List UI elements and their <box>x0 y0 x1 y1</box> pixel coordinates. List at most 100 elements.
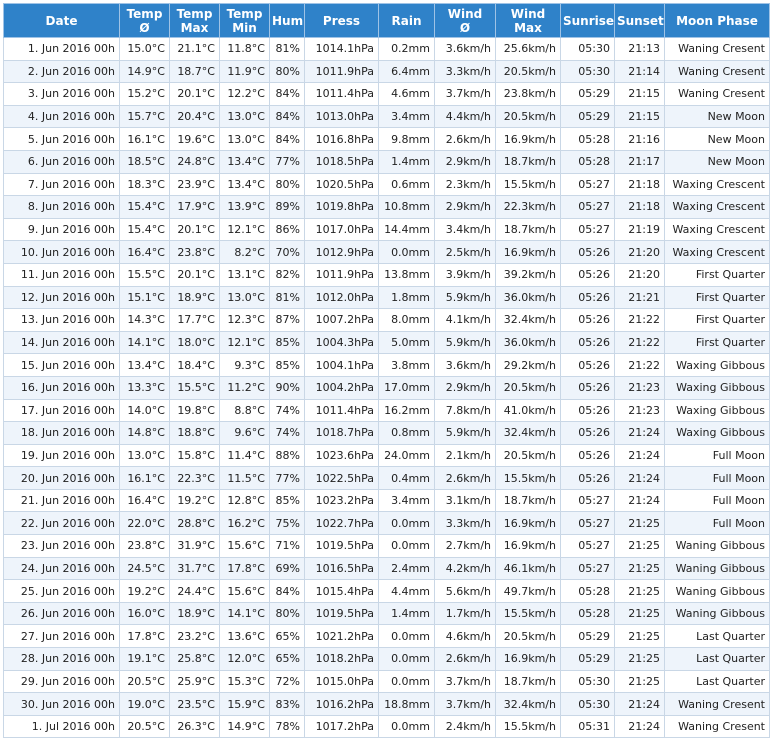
column-header-label: Temp <box>226 6 263 21</box>
cell-moon-phase: Waxing Crescent <box>664 217 770 242</box>
cell-wind-avg: 3.7km/h <box>434 669 496 694</box>
cell-temp-max: 18.4°C <box>169 353 220 377</box>
cell-temp-avg: 15.4°C <box>119 195 170 219</box>
cell-sunrise: 05:28 <box>560 149 615 174</box>
cell-moon-phase: New Moon <box>664 149 770 174</box>
cell-date: 13. Jun 2016 00h <box>3 308 120 332</box>
table-row: 25. Jun 2016 00h 19.2°C 24.4°C 15.6°C 84% 101… <box>3 579 770 603</box>
cell-humidity: 65% <box>269 647 305 671</box>
cell-sunrise: 05:26 <box>560 466 615 490</box>
cell-temp-avg: 14.3°C <box>119 308 170 332</box>
column-header-sunset[interactable]: Sunset <box>614 3 665 38</box>
column-header-humidity[interactable]: Hum <box>269 3 305 38</box>
cell-wind-avg: 2.3km/h <box>434 172 496 197</box>
cell-wind-max: 23.8km/h <box>495 82 561 106</box>
cell-temp-max: 15.8°C <box>169 443 220 468</box>
column-header-date[interactable]: Date <box>3 3 120 38</box>
cell-pressure: 1007.2hPa <box>304 308 379 332</box>
cell-temp-min: 9.3°C <box>219 353 270 377</box>
cell-temp-min: 17.8°C <box>219 556 270 581</box>
cell-sunset: 21:20 <box>614 262 665 287</box>
cell-wind-max: 32.4km/h <box>495 308 561 332</box>
cell-wind-max: 15.5km/h <box>495 601 561 626</box>
cell-sunset: 21:24 <box>614 443 665 468</box>
table-row: 26. Jun 2016 00h 16.0°C 18.9°C 14.1°C 80% 101… <box>3 601 770 626</box>
cell-temp-min: 12.3°C <box>219 308 270 332</box>
cell-pressure: 1016.5hPa <box>304 556 379 581</box>
cell-rain: 0.0mm <box>378 240 435 264</box>
cell-sunset: 21:18 <box>614 172 665 197</box>
cell-rain: 2.4mm <box>378 556 435 581</box>
cell-date: 25. Jun 2016 00h <box>3 579 120 603</box>
column-header-temp-avg[interactable]: Temp Ø <box>119 3 170 38</box>
cell-temp-max: 26.3°C <box>169 714 220 739</box>
cell-sunset: 21:19 <box>614 217 665 242</box>
cell-humidity: 74% <box>269 398 305 423</box>
cell-temp-avg: 19.2°C <box>119 579 170 603</box>
cell-moon-phase: Full Moon <box>664 511 770 536</box>
cell-temp-avg: 16.4°C <box>119 488 170 513</box>
cell-date: 3. Jun 2016 00h <box>3 82 120 106</box>
cell-rain: 13.8mm <box>378 262 435 287</box>
cell-pressure: 1011.4hPa <box>304 82 379 106</box>
cell-date: 27. Jun 2016 00h <box>3 624 120 649</box>
column-header-sunrise[interactable]: Sunrise <box>560 3 615 38</box>
column-header-temp-max[interactable]: Temp Max <box>169 3 220 38</box>
column-header-wind-avg[interactable]: Wind Ø <box>434 3 496 38</box>
cell-date: 20. Jun 2016 00h <box>3 466 120 490</box>
cell-date: 30. Jun 2016 00h <box>3 692 120 716</box>
cell-sunrise: 05:28 <box>560 579 615 603</box>
cell-wind-max: 32.4km/h <box>495 421 561 445</box>
column-header-rain[interactable]: Rain <box>378 3 435 38</box>
table-row: 30. Jun 2016 00h 19.0°C 23.5°C 15.9°C 83% 101… <box>3 692 770 716</box>
column-header-label: Temp <box>126 6 163 21</box>
cell-date: 24. Jun 2016 00h <box>3 556 120 581</box>
column-header-moon-phase[interactable]: Moon Phase <box>664 3 770 38</box>
cell-wind-max: 20.5km/h <box>495 59 561 84</box>
cell-sunset: 21:22 <box>614 353 665 377</box>
cell-rain: 1.8mm <box>378 285 435 310</box>
cell-pressure: 1023.2hPa <box>304 488 379 513</box>
cell-humidity: 82% <box>269 262 305 287</box>
cell-wind-avg: 2.9km/h <box>434 149 496 174</box>
cell-moon-phase: Waning Gibbous <box>664 579 770 603</box>
column-header-temp-min[interactable]: Temp Min <box>219 3 270 38</box>
cell-wind-avg: 3.6km/h <box>434 37 496 61</box>
cell-humidity: 85% <box>269 488 305 513</box>
column-header-wind-max[interactable]: Wind Max <box>495 3 561 38</box>
cell-humidity: 69% <box>269 556 305 581</box>
cell-temp-avg: 14.1°C <box>119 330 170 355</box>
cell-moon-phase: Waxing Crescent <box>664 172 770 197</box>
cell-sunset: 21:15 <box>614 104 665 129</box>
cell-rain: 4.4mm <box>378 579 435 603</box>
cell-date: 29. Jun 2016 00h <box>3 669 120 694</box>
cell-humidity: 72% <box>269 669 305 694</box>
cell-temp-max: 22.3°C <box>169 466 220 490</box>
cell-moon-phase: First Quarter <box>664 285 770 310</box>
table-row: 12. Jun 2016 00h 15.1°C 18.9°C 13.0°C 81% 101… <box>3 285 770 310</box>
cell-date: 16. Jun 2016 00h <box>3 375 120 400</box>
cell-humidity: 70% <box>269 240 305 264</box>
cell-date: 21. Jun 2016 00h <box>3 488 120 513</box>
column-header-pressure[interactable]: Press <box>304 3 379 38</box>
cell-rain: 0.6mm <box>378 172 435 197</box>
cell-date: 6. Jun 2016 00h <box>3 149 120 174</box>
cell-sunset: 21:24 <box>614 421 665 445</box>
cell-temp-max: 25.8°C <box>169 647 220 671</box>
table-row: 10. Jun 2016 00h 16.4°C 23.8°C 8.2°C 70% 1012… <box>3 240 770 264</box>
cell-temp-max: 21.1°C <box>169 37 220 61</box>
cell-temp-min: 13.1°C <box>219 262 270 287</box>
column-header-sublabel: Min <box>232 20 257 35</box>
cell-rain: 8.0mm <box>378 308 435 332</box>
table-row: 15. Jun 2016 00h 13.4°C 18.4°C 9.3°C 85% 1004… <box>3 353 770 377</box>
cell-temp-avg: 17.8°C <box>119 624 170 649</box>
cell-temp-avg: 16.1°C <box>119 127 170 151</box>
cell-rain: 17.0mm <box>378 375 435 400</box>
cell-sunset: 21:14 <box>614 59 665 84</box>
cell-humidity: 80% <box>269 172 305 197</box>
column-header-label: Rain <box>391 13 422 28</box>
cell-wind-max: 41.0km/h <box>495 398 561 423</box>
cell-temp-avg: 16.0°C <box>119 601 170 626</box>
cell-pressure: 1014.1hPa <box>304 37 379 61</box>
cell-wind-max: 16.9km/h <box>495 127 561 151</box>
